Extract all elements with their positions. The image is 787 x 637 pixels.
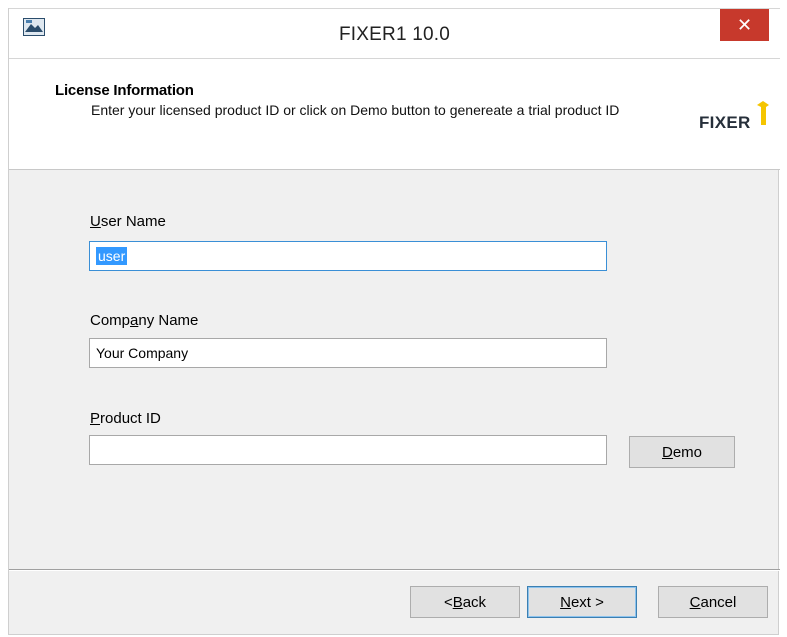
user-name-label: User Name — [90, 213, 166, 230]
installer-window: FIXER1 10.0 ✕ License Information Enter … — [8, 8, 780, 635]
company-name-input[interactable]: Your Company — [89, 338, 607, 368]
page-description: Enter your licensed product ID or click … — [91, 102, 620, 118]
cancel-button[interactable]: Cancel — [658, 586, 768, 618]
company-name-value: Your Company — [96, 345, 189, 361]
back-button[interactable]: < Back — [410, 586, 520, 618]
user-name-value: user — [96, 247, 128, 265]
product-id-input[interactable] — [89, 435, 607, 465]
company-name-label: Company Name — [90, 312, 199, 329]
wizard-header: License Information Enter your licensed … — [9, 58, 780, 170]
demo-button[interactable]: Demo — [629, 436, 735, 468]
window-title: FIXER1 10.0 — [339, 24, 450, 45]
footer-separator — [9, 569, 780, 571]
logo-accent-icon — [757, 101, 769, 125]
logo-text: FIXER — [699, 113, 751, 132]
close-button[interactable]: ✕ — [720, 9, 769, 41]
page-title: License Information — [55, 82, 194, 99]
product-id-label: Product ID — [90, 410, 161, 427]
user-name-input[interactable]: user — [89, 241, 607, 271]
next-button[interactable]: Next > — [527, 586, 637, 618]
fixer-logo: FIXER — [699, 101, 769, 132]
close-icon: ✕ — [736, 14, 753, 36]
title-bar[interactable]: FIXER1 10.0 ✕ — [9, 8, 780, 58]
